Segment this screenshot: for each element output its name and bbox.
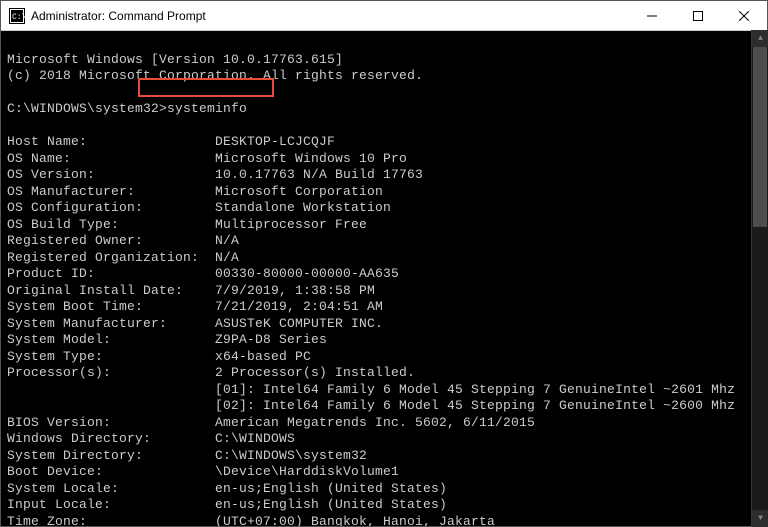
info-label: Registered Owner: bbox=[7, 233, 215, 250]
info-row: OS Name:Microsoft Windows 10 Pro bbox=[7, 151, 761, 168]
info-value: 7/9/2019, 1:38:58 PM bbox=[215, 283, 375, 300]
info-row: System Manufacturer:ASUSTeK COMPUTER INC… bbox=[7, 316, 761, 333]
processor-line: [02]: Intel64 Family 6 Model 45 Stepping… bbox=[7, 398, 761, 415]
scrollbar-thumb[interactable] bbox=[753, 47, 767, 227]
minimize-icon bbox=[647, 11, 657, 21]
info-value: DESKTOP-LCJCQJF bbox=[215, 134, 335, 151]
info-label: Boot Device: bbox=[7, 464, 215, 481]
info-value: (UTC+07:00) Bangkok, Hanoi, Jakarta bbox=[215, 514, 495, 527]
info-value: x64-based PC bbox=[215, 349, 311, 366]
info-label: System Model: bbox=[7, 332, 215, 349]
info-value: 10.0.17763 N/A Build 17763 bbox=[215, 167, 423, 184]
scroll-up-arrow-icon[interactable]: ▲ bbox=[752, 30, 768, 47]
info-label: System Boot Time: bbox=[7, 299, 215, 316]
info-label: OS Version: bbox=[7, 167, 215, 184]
window-title: Administrator: Command Prompt bbox=[31, 9, 629, 23]
info-label: Windows Directory: bbox=[7, 431, 215, 448]
info-value: C:\WINDOWS bbox=[215, 431, 295, 448]
info-value: Multiprocessor Free bbox=[215, 217, 367, 234]
systeminfo-output: Host Name:DESKTOP-LCJCQJFOS Name:Microso… bbox=[7, 134, 761, 526]
close-button[interactable] bbox=[721, 1, 767, 30]
info-row: Input Locale:en-us;English (United State… bbox=[7, 497, 761, 514]
info-label: Processor(s): bbox=[7, 365, 215, 382]
info-label: OS Name: bbox=[7, 151, 215, 168]
info-row: System Directory:C:\WINDOWS\system32 bbox=[7, 448, 761, 465]
info-label: OS Configuration: bbox=[7, 200, 215, 217]
info-value: \Device\HarddiskVolume1 bbox=[215, 464, 399, 481]
info-label: Product ID: bbox=[7, 266, 215, 283]
info-row: BIOS Version:American Megatrends Inc. 56… bbox=[7, 415, 761, 432]
info-label: OS Build Type: bbox=[7, 217, 215, 234]
info-label: Input Locale: bbox=[7, 497, 215, 514]
info-row: System Locale:en-us;English (United Stat… bbox=[7, 481, 761, 498]
info-value: N/A bbox=[215, 233, 239, 250]
info-label: BIOS Version: bbox=[7, 415, 215, 432]
info-label: Time Zone: bbox=[7, 514, 215, 527]
info-value: 7/21/2019, 2:04:51 AM bbox=[215, 299, 383, 316]
info-value: 00330-80000-00000-AA635 bbox=[215, 266, 399, 283]
info-value: N/A bbox=[215, 250, 239, 267]
titlebar[interactable]: C:\ Administrator: Command Prompt bbox=[1, 1, 767, 31]
info-label: Registered Organization: bbox=[7, 250, 215, 267]
info-label: System Directory: bbox=[7, 448, 215, 465]
info-row: OS Configuration:Standalone Workstation bbox=[7, 200, 761, 217]
info-row: Boot Device:\Device\HarddiskVolume1 bbox=[7, 464, 761, 481]
info-row: System Model:Z9PA-D8 Series bbox=[7, 332, 761, 349]
info-row: OS Version:10.0.17763 N/A Build 17763 bbox=[7, 167, 761, 184]
info-row: OS Manufacturer:Microsoft Corporation bbox=[7, 184, 761, 201]
info-row: Original Install Date:7/9/2019, 1:38:58 … bbox=[7, 283, 761, 300]
info-value: ASUSTeK COMPUTER INC. bbox=[215, 316, 383, 333]
info-value: Standalone Workstation bbox=[215, 200, 391, 217]
svg-text:C:\: C:\ bbox=[12, 13, 25, 22]
info-label: System Manufacturer: bbox=[7, 316, 215, 333]
command-prompt-window: C:\ Administrator: Command Prompt Micros… bbox=[0, 0, 768, 527]
info-value: C:\WINDOWS\system32 bbox=[215, 448, 367, 465]
header-line-1: Microsoft Windows [Version 10.0.17763.61… bbox=[7, 52, 343, 67]
info-row: Processor(s):2 Processor(s) Installed. bbox=[7, 365, 761, 382]
prompt-path: C:\WINDOWS\system32> bbox=[7, 101, 167, 116]
maximize-icon bbox=[693, 11, 703, 21]
info-row: Windows Directory:C:\WINDOWS bbox=[7, 431, 761, 448]
vertical-scrollbar[interactable]: ▲ ▼ bbox=[751, 30, 768, 527]
info-value: en-us;English (United States) bbox=[215, 481, 447, 498]
processor-line: [01]: Intel64 Family 6 Model 45 Stepping… bbox=[7, 382, 761, 399]
info-row: Registered Owner:N/A bbox=[7, 233, 761, 250]
window-controls bbox=[629, 1, 767, 30]
terminal-output[interactable]: Microsoft Windows [Version 10.0.17763.61… bbox=[1, 31, 767, 526]
info-value: 2 Processor(s) Installed. bbox=[215, 365, 415, 382]
prompt-command: systeminfo bbox=[167, 101, 247, 116]
info-label: Host Name: bbox=[7, 134, 215, 151]
minimize-button[interactable] bbox=[629, 1, 675, 30]
info-label: OS Manufacturer: bbox=[7, 184, 215, 201]
info-value: Microsoft Windows 10 Pro bbox=[215, 151, 407, 168]
info-row: System Type:x64-based PC bbox=[7, 349, 761, 366]
info-value: en-us;English (United States) bbox=[215, 497, 447, 514]
info-row: OS Build Type:Multiprocessor Free bbox=[7, 217, 761, 234]
info-label: System Locale: bbox=[7, 481, 215, 498]
info-row: System Boot Time:7/21/2019, 2:04:51 AM bbox=[7, 299, 761, 316]
info-label: Original Install Date: bbox=[7, 283, 215, 300]
info-value: American Megatrends Inc. 5602, 6/11/2015 bbox=[215, 415, 535, 432]
maximize-button[interactable] bbox=[675, 1, 721, 30]
info-label: System Type: bbox=[7, 349, 215, 366]
info-row: Host Name:DESKTOP-LCJCQJF bbox=[7, 134, 761, 151]
header-line-2: (c) 2018 Microsoft Corporation. All righ… bbox=[7, 68, 423, 83]
cmd-icon: C:\ bbox=[9, 8, 25, 24]
info-value: Microsoft Corporation bbox=[215, 184, 383, 201]
info-row: Product ID:00330-80000-00000-AA635 bbox=[7, 266, 761, 283]
close-icon bbox=[739, 11, 749, 21]
info-row: Time Zone:(UTC+07:00) Bangkok, Hanoi, Ja… bbox=[7, 514, 761, 527]
info-value: Z9PA-D8 Series bbox=[215, 332, 327, 349]
info-row: Registered Organization:N/A bbox=[7, 250, 761, 267]
scroll-down-arrow-icon[interactable]: ▼ bbox=[752, 510, 768, 527]
